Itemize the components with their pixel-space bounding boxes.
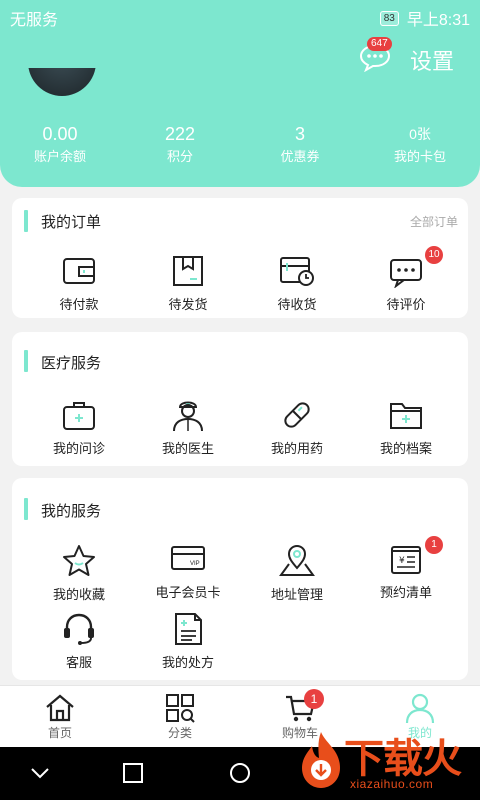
order-pending-shipment[interactable]: 待发货 xyxy=(133,254,243,313)
medical-title: 医疗服务 xyxy=(41,355,102,372)
order-pending-receipt[interactable]: 待收货 xyxy=(242,254,352,313)
medical-kit-icon xyxy=(63,402,95,430)
avatar[interactable] xyxy=(28,68,96,98)
item-label: 电子会员卡 xyxy=(155,585,221,600)
comment-icon xyxy=(390,259,422,288)
package-icon xyxy=(173,256,203,286)
delivery-clock-icon xyxy=(280,257,314,286)
orders-title: 我的订单 xyxy=(41,214,102,231)
settings-button[interactable]: 设置 xyxy=(410,44,454,76)
headset-icon xyxy=(64,613,94,645)
stat-balance[interactable]: 0.00 账户余额 xyxy=(0,122,120,168)
order-pending-payment[interactable]: 待付款 xyxy=(24,254,134,313)
stat-value: 0张 xyxy=(409,126,431,142)
home-icon xyxy=(46,694,74,722)
item-label: 我的收藏 xyxy=(52,587,105,602)
services-card: 我的服务 我的收藏 VIP 电子会员卡 地址管理 ¥ 预约清单 1 客服 我的处… xyxy=(12,478,468,680)
stat-coupons[interactable]: 3 优惠券 xyxy=(240,122,360,168)
item-label: 我的问诊 xyxy=(52,441,105,456)
services-title: 我的服务 xyxy=(41,503,102,520)
recent-apps-icon[interactable] xyxy=(121,761,145,785)
service-customer-support[interactable]: 客服 xyxy=(24,612,134,671)
item-label: 待评价 xyxy=(386,297,426,312)
title-accent-bar xyxy=(24,350,28,372)
stat-label: 优惠券 xyxy=(280,149,320,164)
watermark-url: xiazaihuo.com xyxy=(350,777,434,791)
stat-value: 0.00 xyxy=(42,124,78,144)
item-label: 客服 xyxy=(65,655,92,670)
item-label: 待收货 xyxy=(277,297,317,312)
stat-label: 账户余额 xyxy=(33,149,86,164)
medical-doctor[interactable]: 我的医生 xyxy=(133,398,243,457)
medical-records[interactable]: 我的档案 xyxy=(351,398,461,457)
cart-count-badge: 1 xyxy=(304,689,324,709)
doctor-icon xyxy=(173,401,203,432)
flame-icon xyxy=(302,732,340,788)
chevron-down-icon[interactable] xyxy=(28,761,52,785)
title-accent-bar xyxy=(24,210,28,232)
service-address[interactable]: 地址管理 xyxy=(242,544,352,603)
account-stats: 0.00 账户余额 222 积分 3 优惠券 0张 我的卡包 xyxy=(0,122,480,168)
pill-icon xyxy=(284,402,310,428)
item-label: 预约清单 xyxy=(379,585,432,600)
service-favorites[interactable]: 我的收藏 xyxy=(24,544,134,603)
message-badge: 647 xyxy=(367,37,392,51)
stat-value: 222 xyxy=(164,124,196,144)
item-label: 待付款 xyxy=(59,297,99,312)
clock: 早上8:31 xyxy=(406,12,470,29)
watermark-logo: 下载火 xiazaihuo.com xyxy=(298,722,480,800)
review-count-badge: 10 xyxy=(425,246,443,264)
receipt-icon: ¥ xyxy=(391,546,421,574)
profile-header: 无服务 83 早上8:31 647 设置 0.00 账户余额 222 积分 3 … xyxy=(0,0,480,187)
tab-home[interactable]: 首页 xyxy=(0,686,120,747)
stat-points[interactable]: 222 积分 xyxy=(120,122,240,168)
item-label: 地址管理 xyxy=(270,587,323,602)
status-bar: 无服务 83 早上8:31 xyxy=(0,0,480,32)
svg-text:VIP: VIP xyxy=(190,561,200,567)
carrier-text: 无服务 xyxy=(10,12,59,29)
stat-label: 积分 xyxy=(166,149,193,164)
folder-icon xyxy=(390,403,422,429)
status-right: 83 早上8:31 xyxy=(379,6,470,30)
home-button-icon[interactable] xyxy=(228,761,252,785)
svg-text:¥: ¥ xyxy=(399,556,405,566)
service-appointments[interactable]: ¥ 预约清单 xyxy=(351,542,461,601)
medical-consultation[interactable]: 我的问诊 xyxy=(24,398,134,457)
medical-medication[interactable]: 我的用药 xyxy=(242,398,352,457)
prescription-icon xyxy=(175,613,202,645)
tab-category[interactable]: 分类 xyxy=(120,686,240,747)
category-icon xyxy=(166,694,195,723)
tab-label: 首页 xyxy=(47,726,72,740)
item-label: 我的档案 xyxy=(379,441,432,456)
title-accent-bar xyxy=(24,498,28,520)
tab-label: 分类 xyxy=(167,726,192,740)
stat-card-wallet[interactable]: 0张 我的卡包 xyxy=(360,122,480,168)
service-prescriptions[interactable]: 我的处方 xyxy=(133,612,243,671)
item-label: 我的用药 xyxy=(270,441,323,456)
service-vip-card[interactable]: VIP 电子会员卡 xyxy=(133,542,243,601)
all-orders-link[interactable]: 全部订单 xyxy=(410,213,458,230)
vip-card-icon: VIP xyxy=(171,546,205,570)
item-label: 待发货 xyxy=(168,297,208,312)
wallet-icon xyxy=(63,258,95,284)
item-label: 我的医生 xyxy=(161,441,214,456)
orders-card: 我的订单 全部订单 待付款 待发货 待收货 待评价 10 xyxy=(12,198,468,318)
item-label: 我的处方 xyxy=(161,655,214,670)
appointment-count-badge: 1 xyxy=(425,536,443,554)
location-icon xyxy=(279,544,315,576)
order-pending-review[interactable]: 待评价 xyxy=(351,254,461,313)
stat-label: 我的卡包 xyxy=(393,149,446,164)
battery-indicator: 83 xyxy=(379,10,399,26)
watermark-text: 下载火 xyxy=(344,737,462,781)
medical-card: 医疗服务 我的问诊 我的医生 我的用药 我的档案 xyxy=(12,332,468,466)
stat-value: 3 xyxy=(294,124,305,144)
star-icon xyxy=(63,545,95,576)
user-icon xyxy=(405,693,435,724)
